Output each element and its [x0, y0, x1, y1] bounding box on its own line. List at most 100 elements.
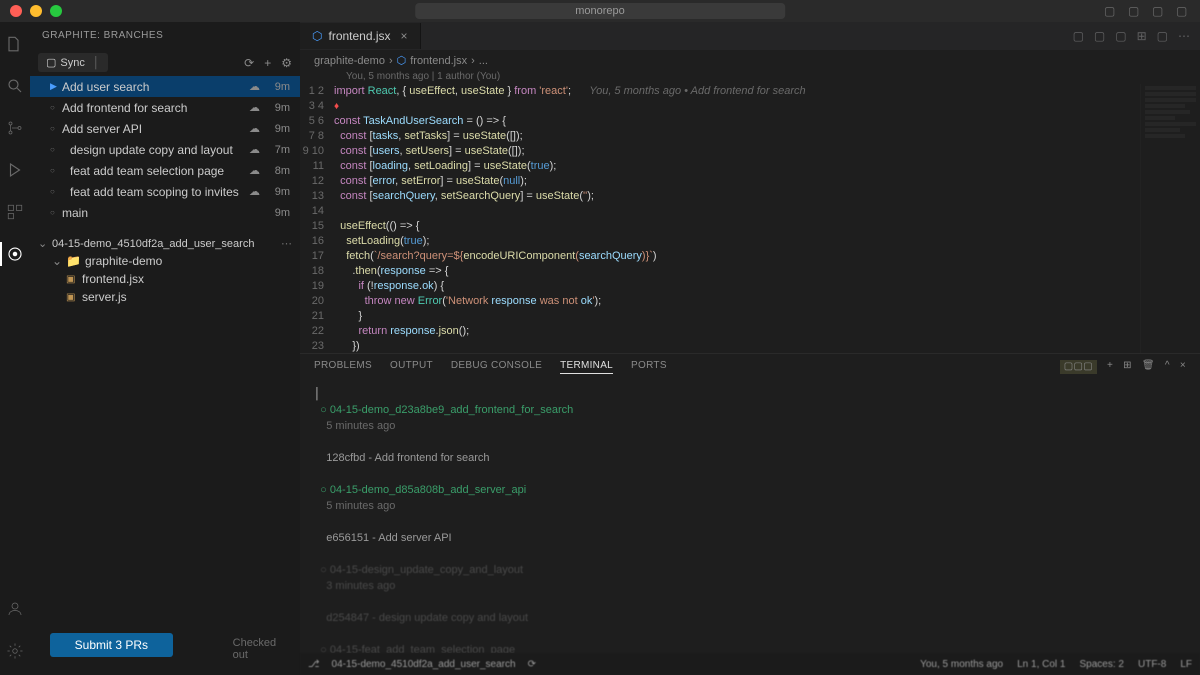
code-lens[interactable]: You, 5 months ago | 1 author (You) — [300, 71, 1200, 84]
breadcrumb-separator: › — [389, 55, 393, 67]
graphite-icon[interactable] — [3, 242, 27, 266]
activity-bar — [0, 22, 30, 675]
cloud-icon: ☁ — [249, 101, 260, 114]
debug-icon[interactable] — [3, 158, 27, 182]
submit-prs-button[interactable]: Submit 3 PRs — [50, 633, 173, 657]
cloud-icon: ☁ — [249, 122, 260, 135]
sync-indicator[interactable]: ⟳ — [528, 659, 536, 670]
debug-console-tab[interactable]: DEBUG CONSOLE — [451, 360, 542, 374]
close-panel-icon[interactable]: × — [1180, 360, 1186, 374]
eol[interactable]: LF — [1180, 659, 1192, 670]
editor-action-icon[interactable]: ⊞ — [1137, 29, 1147, 43]
more-icon[interactable]: ⋯ — [281, 237, 292, 250]
branch-name: Add user search — [62, 80, 243, 94]
branch-time: 9m — [266, 186, 290, 198]
branch-name: feat add team selection page — [70, 164, 243, 178]
react-file-icon: ⬡ — [397, 54, 407, 67]
refresh-icon[interactable]: ⟳ — [244, 56, 254, 70]
problems-tab[interactable]: PROBLEMS — [314, 360, 372, 374]
statusbar: ⎇ 04-15-demo_4510df2a_add_user_search ⟳ … — [300, 653, 1200, 675]
branch-item[interactable]: Add server API ☁ 9m — [30, 118, 300, 139]
chevron-down-icon: ⌄ — [38, 237, 48, 250]
command-center[interactable]: monorepo — [415, 3, 785, 19]
code-editor[interactable]: 1 2 3 4 5 6 7 8 9 10 11 12 13 14 15 16 1… — [300, 84, 1200, 353]
maximize-window-button[interactable] — [50, 5, 62, 17]
branch-time: 7m — [266, 144, 290, 156]
sync-dropdown-icon: │ — [93, 57, 100, 69]
file-icon: ▣ — [66, 274, 78, 285]
minimize-window-button[interactable] — [30, 5, 42, 17]
split-terminal-icon[interactable]: ⊞ — [1123, 360, 1132, 374]
layout-icon[interactable]: ▢ — [1104, 4, 1118, 18]
branch-item[interactable]: main 9m — [30, 202, 300, 223]
line-numbers: 1 2 3 4 5 6 7 8 9 10 11 12 13 14 15 16 1… — [300, 84, 334, 353]
kill-terminal-icon[interactable]: 🗑 — [1142, 360, 1155, 374]
branch-indicator[interactable]: 04-15-demo_4510df2a_add_user_search — [332, 659, 516, 670]
search-icon[interactable] — [3, 74, 27, 98]
editor-action-icon[interactable]: ▢ — [1073, 29, 1084, 43]
folder-row[interactable]: ⌄ 📁 graphite-demo — [38, 252, 292, 270]
breadcrumb-trail: ... — [479, 55, 488, 67]
react-file-icon: ⬡ — [312, 29, 322, 43]
settings-icon[interactable] — [3, 639, 27, 663]
breadcrumb[interactable]: graphite-demo › ⬡ frontend.jsx › ... — [300, 50, 1200, 71]
add-icon[interactable]: + — [264, 56, 271, 70]
sync-button[interactable]: ▢ Sync │ — [38, 53, 108, 72]
panel-action-icon[interactable]: ▢▢▢ — [1060, 360, 1097, 374]
sync-panel-icon: ▢ — [46, 56, 56, 69]
branch-item[interactable]: Add user search ☁ 9m — [30, 76, 300, 97]
ports-tab[interactable]: PORTS — [631, 360, 667, 374]
explorer-icon[interactable] — [3, 32, 27, 56]
indentation[interactable]: Spaces: 2 — [1080, 659, 1124, 670]
branch-time: 9m — [266, 102, 290, 114]
layout-icon[interactable]: ▢ — [1176, 4, 1190, 18]
terminal-tab[interactable]: TERMINAL — [560, 360, 613, 374]
branch-time: 9m — [266, 81, 290, 93]
file-row[interactable]: ▣ server.js — [38, 288, 292, 306]
file-name: frontend.jsx — [82, 272, 144, 286]
branch-name: Add server API — [62, 122, 243, 136]
branch-item[interactable]: design update copy and layout ☁ 7m — [30, 139, 300, 160]
branch-item[interactable]: Add frontend for search ☁ 9m — [30, 97, 300, 118]
account-icon[interactable] — [3, 597, 27, 621]
branch-name: main — [62, 206, 260, 220]
encoding[interactable]: UTF-8 — [1138, 659, 1166, 670]
folder-icon: 📁 — [66, 254, 81, 268]
folder-name: graphite-demo — [85, 254, 162, 268]
file-row[interactable]: ▣ frontend.jsx — [38, 270, 292, 288]
gear-icon[interactable]: ⚙ — [281, 56, 292, 70]
new-terminal-icon[interactable]: + — [1107, 360, 1113, 374]
remote-indicator[interactable]: ⎇ — [308, 659, 320, 670]
close-tab-icon[interactable]: × — [401, 29, 408, 43]
chevron-down-icon: ⌄ — [52, 254, 62, 268]
editor-action-icon[interactable]: ▢ — [1094, 29, 1105, 43]
breadcrumb-file: frontend.jsx — [410, 55, 467, 67]
cloud-icon: ☁ — [249, 164, 260, 177]
close-window-button[interactable] — [10, 5, 22, 17]
extensions-icon[interactable] — [3, 200, 27, 224]
blame-indicator[interactable]: You, 5 months ago — [920, 659, 1003, 670]
cloud-icon: ☁ — [249, 80, 260, 93]
layout-icon[interactable]: ▢ — [1152, 4, 1166, 18]
branch-item[interactable]: feat add team selection page ☁ 8m — [30, 160, 300, 181]
editor-tab[interactable]: ⬡ frontend.jsx × — [300, 23, 421, 49]
maximize-panel-icon[interactable]: ^ — [1165, 360, 1170, 374]
branch-time: 9m — [266, 207, 290, 219]
code-content[interactable]: import React, { useEffect, useState } fr… — [334, 84, 1140, 353]
editor-action-icon[interactable]: ▢ — [1115, 29, 1126, 43]
branch-time: 8m — [266, 165, 290, 177]
layout-icon[interactable]: ▢ — [1128, 4, 1142, 18]
editor-action-icon[interactable]: ▢ — [1157, 29, 1168, 43]
explorer-header[interactable]: ⌄ 04-15-demo_4510df2a_add_user_search ⋯ — [38, 235, 292, 252]
source-control-icon[interactable] — [3, 116, 27, 140]
output-tab[interactable]: OUTPUT — [390, 360, 433, 374]
terminal-content[interactable]: │ ○ 04-15-demo_d23a8be9_add_frontend_for… — [300, 380, 1200, 653]
more-actions-icon[interactable]: ⋯ — [1178, 29, 1190, 43]
explorer-section: ⌄ 04-15-demo_4510df2a_add_user_search ⋯ … — [30, 231, 300, 310]
minimap[interactable] — [1140, 84, 1200, 353]
editor-actions: ▢ ▢ ▢ ⊞ ▢ ⋯ — [1073, 29, 1200, 43]
branch-item[interactable]: feat add team scoping to invites ☁ 9m — [30, 181, 300, 202]
checked-out-label: Checked out — [233, 637, 290, 661]
main-container: GRAPHITE: BRANCHES ▢ Sync │ ⟳ + ⚙ Add us… — [0, 22, 1200, 675]
cursor-position[interactable]: Ln 1, Col 1 — [1017, 659, 1065, 670]
